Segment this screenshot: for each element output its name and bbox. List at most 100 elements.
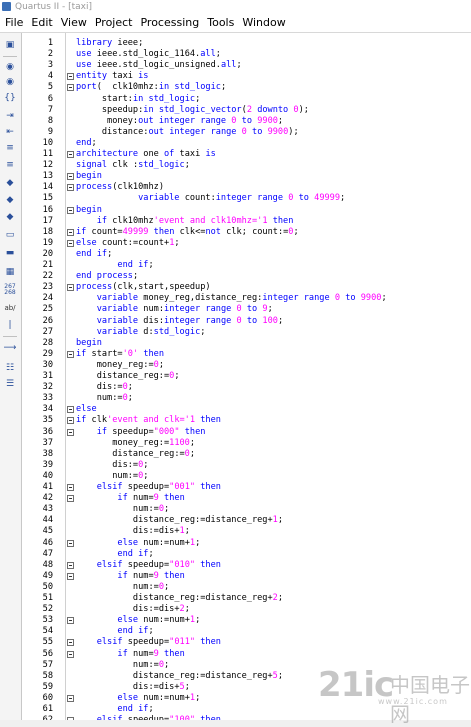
- open-file-icon[interactable]: ▣: [3, 38, 17, 52]
- find-icon[interactable]: ◉: [3, 60, 17, 74]
- code-line[interactable]: 42 if num=9 then: [22, 493, 471, 504]
- code-line[interactable]: 45 dis:=dis+1;: [22, 526, 471, 537]
- code-line[interactable]: 4 entity taxi is: [22, 71, 471, 82]
- fold-toggle-icon[interactable]: [67, 617, 74, 625]
- code-line[interactable]: 48 elsif speedup="010" then: [22, 560, 471, 571]
- code-line[interactable]: 30 money_reg:=0;: [22, 360, 471, 371]
- code-line[interactable]: 37 money_reg:=1100;: [22, 438, 471, 449]
- code-line[interactable]: 38 distance_reg:=0;: [22, 449, 471, 460]
- code-line[interactable]: 51 distance_reg:=distance_reg+2;: [22, 593, 471, 604]
- code-line[interactable]: 28 begin: [22, 338, 471, 349]
- list-icon[interactable]: ☰: [3, 377, 17, 391]
- brace-match-icon[interactable]: {}: [3, 91, 17, 105]
- code-line[interactable]: 53 else num:=num+1;: [22, 615, 471, 626]
- menu-window[interactable]: Window: [238, 14, 289, 32]
- fold-toggle-icon[interactable]: [67, 650, 74, 658]
- code-line[interactable]: 39 dis:=0;: [22, 460, 471, 471]
- code-line[interactable]: 5 port( clk10mhz:in std_logic;: [22, 82, 471, 93]
- code-line[interactable]: 17 if clk10mhz'event and clk10mhz='1 the…: [22, 216, 471, 227]
- wrap-icon[interactable]: ☷: [3, 361, 17, 375]
- find-next-icon[interactable]: ◉: [3, 75, 17, 89]
- code-line[interactable]: 49 if num=9 then: [22, 571, 471, 582]
- code-editor[interactable]: 1 library ieee; 2 use ieee.std_logic_1164.a…: [22, 33, 471, 720]
- fold-toggle-icon[interactable]: [67, 350, 74, 358]
- fold-toggle-icon[interactable]: [67, 173, 74, 181]
- code-line[interactable]: 44 distance_reg:=distance_reg+1;: [22, 515, 471, 526]
- fold-toggle-icon[interactable]: [67, 428, 74, 436]
- fold-toggle-icon[interactable]: [67, 406, 74, 414]
- fold-toggle-icon[interactable]: [67, 495, 74, 503]
- line-numbers-icon[interactable]: ▦: [3, 265, 17, 279]
- fold-toggle-icon[interactable]: [67, 539, 74, 547]
- line-numbers-toggle[interactable]: 267 268: [3, 283, 17, 297]
- bookmark-icon[interactable]: ◆: [3, 176, 17, 190]
- code-line[interactable]: 19 else count:=count+1;: [22, 238, 471, 249]
- code-line[interactable]: 10 end;: [22, 138, 471, 149]
- toggle-insert-icon[interactable]: ▬: [3, 246, 17, 260]
- code-line[interactable]: 31 distance_reg:=0;: [22, 371, 471, 382]
- code-line[interactable]: 9 distance:out integer range 0 to 9900);: [22, 127, 471, 138]
- next-bookmark-icon[interactable]: ◆: [3, 193, 17, 207]
- code-line[interactable]: 12 signal clk :std_logic;: [22, 160, 471, 171]
- code-line[interactable]: 36 if speedup="000" then: [22, 427, 471, 438]
- code-line[interactable]: 32 dis:=0;: [22, 382, 471, 393]
- unindent-icon[interactable]: ⇤: [3, 125, 17, 139]
- menu-processing[interactable]: Processing: [136, 14, 203, 32]
- fold-toggle-icon[interactable]: [67, 151, 74, 158]
- code-line[interactable]: 22 end process;: [22, 271, 471, 282]
- code-line[interactable]: 43 num:=0;: [22, 504, 471, 515]
- menu-view[interactable]: View: [57, 14, 91, 32]
- menu-file[interactable]: File: [0, 14, 27, 32]
- fold-toggle-icon[interactable]: [67, 73, 74, 81]
- code-line[interactable]: 40 num:=0;: [22, 471, 471, 482]
- fold-toggle-icon[interactable]: [67, 572, 74, 580]
- code-line[interactable]: 50 num:=0;: [22, 582, 471, 593]
- code-line[interactable]: 35 if clk'event and clk='1 then: [22, 415, 471, 426]
- code-line[interactable]: 29 if start='0' then: [22, 349, 471, 360]
- fold-toggle-icon[interactable]: [67, 284, 74, 292]
- code-line[interactable]: 27 variable d:std_logic;: [22, 327, 471, 338]
- code-line[interactable]: 24 variable money_reg,distance_reg:integ…: [22, 293, 471, 304]
- comment-icon[interactable]: ≡: [3, 141, 17, 155]
- code-line[interactable]: 14 process(clk10mhz): [22, 182, 471, 193]
- fold-toggle-icon[interactable]: [67, 239, 74, 247]
- code-line[interactable]: 8 money:out integer range 0 to 9900;: [22, 116, 471, 127]
- code-line[interactable]: 16 begin: [22, 205, 471, 216]
- code-line[interactable]: 23 process(clk,start,speedup): [22, 282, 471, 293]
- code-line[interactable]: 47 end if;: [22, 549, 471, 560]
- indent-icon[interactable]: ⇥: [3, 109, 17, 123]
- go-to-line-icon[interactable]: ⟶: [3, 341, 17, 355]
- code-line[interactable]: 26 variable dis:integer range 0 to 100;: [22, 316, 471, 327]
- insert-code-icon[interactable]: |: [3, 318, 17, 332]
- fold-toggle-icon[interactable]: [67, 184, 74, 192]
- code-line[interactable]: 41 elsif speedup="001" then: [22, 482, 471, 493]
- menu-edit[interactable]: Edit: [27, 14, 56, 32]
- code-line[interactable]: 13 begin: [22, 171, 471, 182]
- code-line[interactable]: 56 if num=9 then: [22, 649, 471, 660]
- insert-template-icon[interactable]: ▭: [3, 228, 17, 242]
- code-line[interactable]: 34 else: [22, 404, 471, 415]
- code-line[interactable]: 2 use ieee.std_logic_1164.all;: [22, 49, 471, 60]
- code-line[interactable]: 21 end if;: [22, 260, 471, 271]
- code-line[interactable]: 46 else num:=num+1;: [22, 538, 471, 549]
- code-line[interactable]: 33 num:=0;: [22, 393, 471, 404]
- fold-toggle-icon[interactable]: [67, 639, 74, 647]
- code-line[interactable]: 18 if count=49999 then clk<=not clk; coun…: [22, 227, 471, 238]
- fold-toggle-icon[interactable]: [67, 206, 74, 214]
- fold-toggle-icon[interactable]: [67, 84, 74, 92]
- prev-bookmark-icon[interactable]: ◆: [3, 210, 17, 224]
- code-line[interactable]: 20 end if;: [22, 249, 471, 260]
- code-line[interactable]: 7 speedup:in std_logic_vector(2 downto 0…: [22, 105, 471, 116]
- code-line[interactable]: 6 start:in std_logic;: [22, 94, 471, 105]
- menu-project[interactable]: Project: [91, 14, 137, 32]
- uncomment-icon[interactable]: ≡: [3, 158, 17, 172]
- code-line[interactable]: 54 end if;: [22, 626, 471, 637]
- fold-toggle-icon[interactable]: [67, 228, 74, 236]
- code-line[interactable]: 11 architecture one of taxi is: [22, 149, 471, 160]
- code-line[interactable]: 3 use ieee.std_logic_unsigned.all;: [22, 60, 471, 71]
- code-line[interactable]: 55 elsif speedup="011" then: [22, 637, 471, 648]
- code-line[interactable]: 52 dis:=dis+2;: [22, 604, 471, 615]
- code-line[interactable]: 15 variable count:integer range 0 to 499…: [22, 193, 471, 204]
- code-line[interactable]: 1 library ieee;: [22, 38, 471, 49]
- fold-toggle-icon[interactable]: [67, 484, 74, 491]
